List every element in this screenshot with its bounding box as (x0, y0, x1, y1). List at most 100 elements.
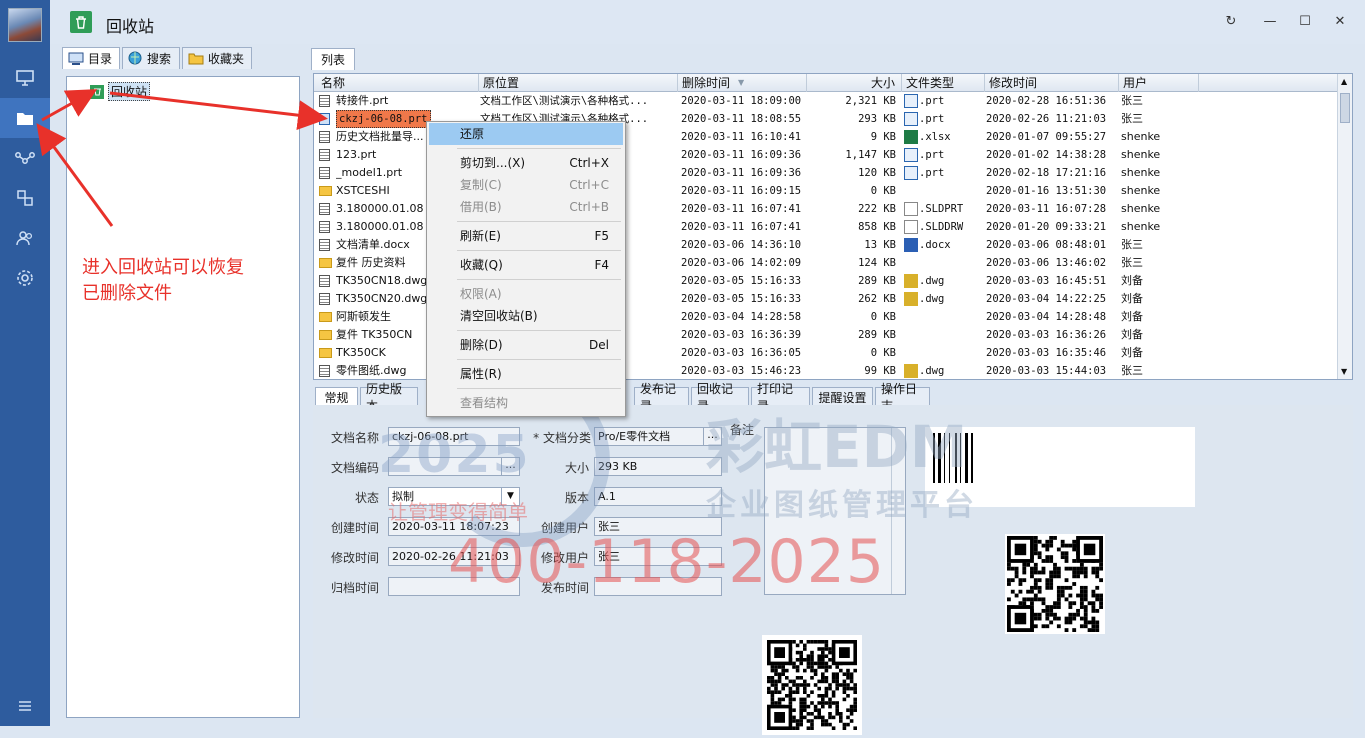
dwg-type-icon (904, 292, 918, 306)
detail-tab-6[interactable]: 操作日志 (875, 382, 930, 413)
nav-settings[interactable] (0, 258, 50, 298)
doc-name-field[interactable]: ckzj-06-08.prt (388, 427, 520, 446)
nav-exchange[interactable] (0, 178, 50, 218)
menu-item-6[interactable]: 刷新(E) F5 (429, 225, 623, 247)
creator-field: 张三 (594, 517, 722, 536)
tree-node-recycle-bin[interactable]: — 回收站 (75, 82, 151, 101)
column-header-4[interactable]: 文件类型 (902, 74, 985, 92)
detail-tab-2[interactable]: 发布记录 (634, 382, 689, 413)
nav-menu[interactable] (0, 686, 50, 726)
status-label: 状态 (354, 491, 379, 505)
cell-type: .prt (919, 113, 945, 125)
cell-del: 2020-03-06 14:02:09 (681, 257, 802, 269)
scroll-down-icon[interactable]: ▼ (1341, 367, 1347, 376)
menu-item-shortcut: Ctrl+X (569, 156, 609, 170)
tab-directory-label: 目录 (88, 52, 113, 66)
nav-monitor[interactable] (0, 58, 50, 98)
refresh-button[interactable]: ↻ (1218, 10, 1244, 32)
cell-mod: 2020-01-02 14:38:28 (986, 149, 1107, 161)
xlsx-type-icon (904, 130, 918, 144)
chevron-down-icon[interactable]: ▼ (501, 488, 519, 505)
menu-item-13[interactable]: 删除(D) Del (429, 334, 623, 356)
cell-size: 0 KB (870, 347, 896, 359)
maximize-button[interactable]: ☐ (1292, 10, 1318, 32)
detail-tab-3[interactable]: 回收记录 (691, 382, 749, 413)
version-label: 版本 (564, 491, 589, 505)
file-icon (319, 149, 330, 161)
close-button[interactable]: ✕ (1327, 10, 1353, 32)
cell-type (919, 254, 985, 272)
minimize-icon: — (1263, 13, 1277, 29)
menu-item-11[interactable]: 清空回收站(B) (429, 305, 623, 327)
menu-separator (457, 330, 621, 331)
column-header-5[interactable]: 修改时间 (985, 74, 1119, 92)
menu-item-10: 权限(A) (429, 283, 623, 305)
prt-type-icon (904, 112, 918, 126)
cell-type: .SLDPRT (919, 203, 964, 215)
menu-item-shortcut: Ctrl+B (569, 200, 609, 214)
creator-label: 创建用户 (540, 521, 589, 535)
menu-item-8[interactable]: 收藏(Q) F4 (429, 254, 623, 276)
status-value: 拟制 (392, 490, 414, 503)
cell-mod: 2020-02-28 16:51:36 (986, 95, 1107, 107)
folder-icon (319, 258, 332, 268)
menu-item-2[interactable]: 剪切到...(X) Ctrl+X (429, 152, 623, 174)
created-field: 2020-03-11 18:07:23 (388, 517, 520, 536)
cell-user: 刘备 (1121, 346, 1143, 359)
cell-size: 99 KB (864, 365, 896, 377)
column-header-6[interactable]: 用户 (1119, 74, 1199, 92)
column-header-3[interactable]: 大小 (807, 74, 902, 92)
column-header-0[interactable]: 名称 (317, 74, 479, 92)
code-browse-button[interactable]: ... (501, 458, 519, 475)
left-panel: 目录 搜索 收藏夹 — 回收站 (58, 46, 308, 720)
cell-type: .prt (919, 95, 945, 107)
detail-tab-1[interactable]: 历史版本 (360, 382, 418, 413)
menu-item-4: 借用(B) Ctrl+B (429, 196, 623, 218)
cell-size: 293 KB (858, 113, 896, 125)
cell-type (919, 326, 985, 344)
tab-favorites[interactable]: 收藏夹 (182, 47, 252, 69)
cell-mod: 2020-03-06 08:48:01 (986, 239, 1107, 251)
workflow-icon (15, 152, 35, 164)
cell-type (919, 308, 985, 326)
cell-user: shenke (1121, 166, 1161, 179)
detail-tab-5[interactable]: 提醒设置 (812, 387, 873, 406)
menu-item-0[interactable]: 还原 (429, 123, 623, 145)
cell-del: 2020-03-11 18:08:55 (681, 113, 802, 125)
user-avatar[interactable] (8, 8, 42, 42)
cell-user: 刘备 (1121, 328, 1143, 341)
cell-del: 2020-03-03 16:36:39 (681, 329, 802, 341)
nav-workflow[interactable] (0, 138, 50, 178)
detail-tab-0[interactable]: 常规 (315, 387, 358, 406)
status-select[interactable]: 拟制 ▼ (388, 487, 520, 506)
tab-search[interactable]: 搜索 (122, 47, 180, 69)
menu-item-label: 还原 (460, 127, 485, 141)
cell-size: 2,321 KB (845, 95, 896, 107)
nav-users[interactable] (0, 218, 50, 258)
memo-textarea[interactable] (764, 427, 906, 595)
doc-code-field[interactable]: ... (388, 457, 520, 476)
qr-code-image (1005, 534, 1105, 634)
detail-tab-4[interactable]: 打印记录 (751, 382, 810, 413)
menu-item-15[interactable]: 属性(R) (429, 363, 623, 385)
column-header-1[interactable]: 原位置 (479, 74, 678, 92)
qr-code-icon (1007, 536, 1103, 632)
folder-icon (17, 112, 33, 125)
tab-list[interactable]: 列表 (311, 48, 355, 70)
table-row[interactable]: 转接件.prt 文档工作区\测试演示\各种格式... 2020-03-11 18:0… (314, 92, 1338, 110)
cell-size: 120 KB (858, 167, 896, 179)
nav-documents[interactable] (0, 98, 50, 138)
tab-directory[interactable]: 目录 (62, 47, 120, 69)
scroll-thumb[interactable] (1340, 93, 1350, 123)
vertical-scrollbar[interactable]: ▲ ▼ (1337, 74, 1352, 379)
window-title: 回收站 (106, 17, 155, 36)
cell-size: 9 KB (870, 131, 896, 143)
cell-type: .dwg (919, 293, 945, 305)
hamburger-icon (19, 701, 31, 711)
minimize-button[interactable]: — (1257, 10, 1283, 32)
doc-category-label: * 文档分类 (533, 431, 591, 445)
cell-user: 张三 (1121, 238, 1143, 251)
tree-collapse-icon[interactable]: — (75, 85, 86, 98)
tab-favorites-label: 收藏夹 (208, 52, 245, 66)
scroll-up-icon[interactable]: ▲ (1341, 77, 1347, 86)
